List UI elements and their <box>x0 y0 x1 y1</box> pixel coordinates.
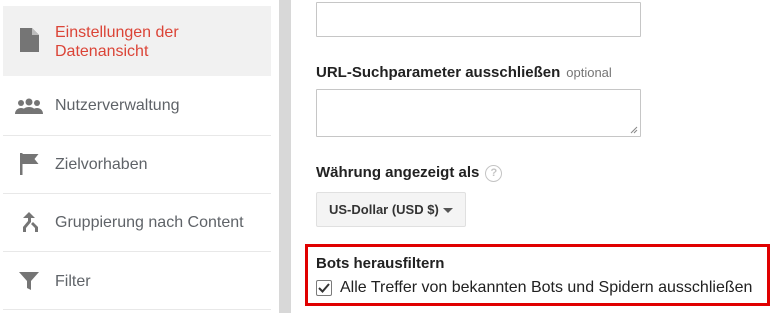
sidebar-item-users[interactable]: Nutzerverwaltung <box>3 77 271 135</box>
divider <box>3 309 271 310</box>
bots-label: Bots herausfiltern <box>316 255 445 272</box>
chevron-down-icon <box>443 208 453 213</box>
people-icon <box>15 92 43 120</box>
currency-label: Währung angezeigt als? <box>316 164 503 182</box>
top-text-input[interactable] <box>316 2 641 37</box>
sidebar-item-label: Zielvorhaben <box>55 156 148 173</box>
help-icon[interactable]: ? <box>485 164 503 182</box>
sidebar-item-content-grouping[interactable]: Gruppierung nach Content <box>3 194 271 251</box>
sidebar-item-label: Filter <box>55 273 91 290</box>
optional-hint: optional <box>566 65 612 80</box>
sidebar-item-filter[interactable]: Filter <box>3 252 271 309</box>
currency-selected: US-Dollar (USD $) <box>329 202 439 217</box>
flag-icon <box>15 150 43 178</box>
filter-icon <box>15 267 43 295</box>
checkmark-icon <box>318 283 330 293</box>
merge-icon <box>15 208 43 236</box>
sidebar-item-label: Einstellungen der Datenansicht <box>55 24 179 60</box>
url-params-textarea[interactable] <box>316 89 641 137</box>
sidebar-item-label: Nutzerverwaltung <box>55 97 180 114</box>
bots-checkbox-label[interactable]: Alle Treffer von bekannten Bots und Spid… <box>340 279 752 297</box>
sidebar-item-label: Gruppierung nach Content <box>55 214 244 231</box>
bots-checkbox[interactable] <box>316 280 332 296</box>
sidebar-item-goals[interactable]: Zielvorhaben <box>3 136 271 193</box>
document-icon <box>15 26 43 54</box>
resize-handle-icon[interactable] <box>630 126 638 134</box>
scroll-divider <box>279 0 291 313</box>
url-params-label: URL-Suchparameter ausschließen optional <box>316 64 612 81</box>
sidebar-item-view-settings[interactable]: Einstellungen der Datenansicht <box>3 6 271 76</box>
currency-dropdown[interactable]: US-Dollar (USD $) <box>316 192 466 227</box>
sidebar: Einstellungen der Datenansicht Nutzerver… <box>0 0 279 313</box>
